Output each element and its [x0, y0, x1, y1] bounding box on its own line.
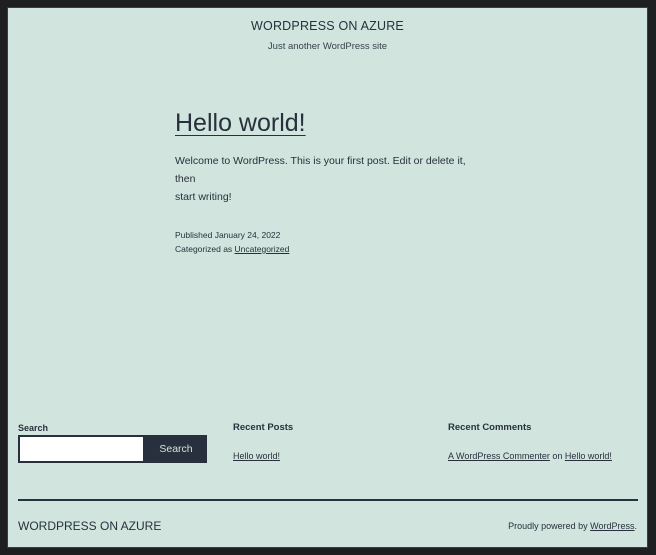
post-article: Hello world! Welcome to WordPress. This … — [175, 108, 485, 256]
recent-post-link[interactable]: Hello world! — [233, 451, 280, 461]
site-title-link[interactable]: WORDPRESS ON AZURE — [251, 19, 404, 33]
recent-posts-widget: Recent Posts Hello world! — [233, 422, 293, 464]
site-tagline: Just another WordPress site — [267, 41, 388, 52]
browser-viewport: WORDPRESS ON AZURE Just another WordPres… — [7, 7, 648, 548]
recent-comments-widget: Recent Comments A WordPress Commenter on… — [448, 422, 612, 461]
footer-site-title-link[interactable]: WORDPRESS ON AZURE — [18, 519, 161, 533]
footer-divider — [18, 499, 638, 501]
comment-author-link[interactable]: A WordPress Commenter — [448, 451, 550, 461]
post-category-link[interactable]: Uncategorized — [235, 244, 290, 254]
search-label: Search — [18, 423, 49, 433]
search-input[interactable] — [18, 435, 145, 463]
search-widget: Search Search — [18, 422, 207, 463]
recent-comments-title: Recent Comments — [448, 422, 532, 433]
recent-comment-item: A WordPress Commenter on Hello world! — [448, 451, 612, 461]
recent-posts-title: Recent Posts — [233, 422, 294, 433]
post-content: Welcome to WordPress. This is your first… — [175, 152, 485, 206]
site-header: WORDPRESS ON AZURE Just another WordPres… — [8, 17, 647, 52]
comment-post-link[interactable]: Hello world! — [565, 451, 612, 461]
powered-by-suffix: . — [634, 521, 637, 531]
post-category-prefix: Categorized as — [175, 244, 235, 254]
post-published-date: Published January 24, 2022 — [175, 230, 281, 240]
post-meta: Published January 24, 2022 Categorized a… — [175, 228, 485, 256]
post-content-line-2: start writing! — [175, 191, 232, 203]
search-button[interactable]: Search — [145, 435, 207, 463]
footer-powered-by: Proudly powered by WordPress. — [508, 521, 637, 531]
post-category-line: Categorized as Uncategorized — [175, 242, 485, 256]
post-content-line-1: Welcome to WordPress. This is your first… — [175, 155, 466, 185]
search-form: Search — [18, 435, 207, 463]
powered-by-prefix: Proudly powered by — [508, 521, 591, 531]
post-title-link[interactable]: Hello world! — [175, 108, 306, 138]
wordpress-link[interactable]: WordPress — [590, 521, 634, 531]
comment-connector: on — [549, 451, 565, 461]
